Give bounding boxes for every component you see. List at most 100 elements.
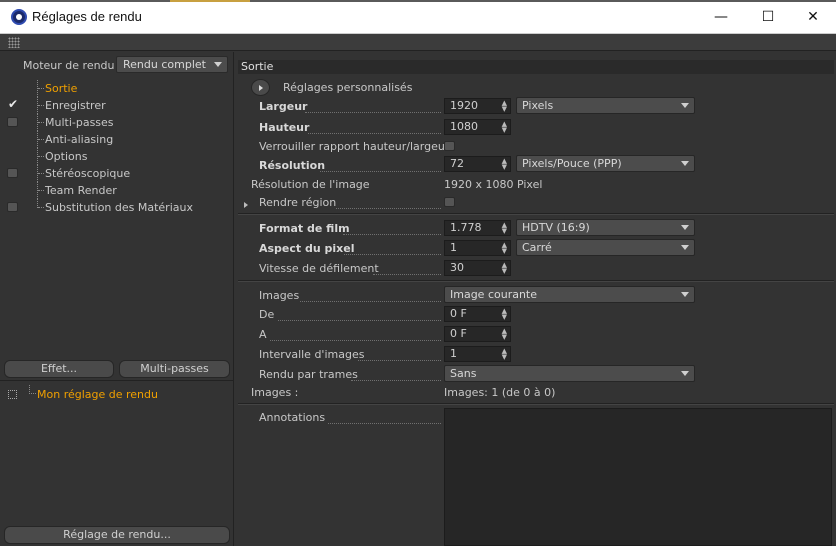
expand-arrow-icon[interactable] xyxy=(244,202,248,208)
chevron-down-icon xyxy=(681,161,689,166)
window-title: Réglages de rendu xyxy=(32,9,142,24)
close-button[interactable]: ✕ xyxy=(790,0,836,34)
tree-item-stereoscopique[interactable]: Stéréoscopique xyxy=(0,165,234,182)
interval-input[interactable]: 1 ▲ ▼ xyxy=(444,346,511,362)
preset-list: Mon réglage de rendu xyxy=(0,380,234,530)
tree-line xyxy=(38,173,44,174)
tree-item-label: Stéréoscopique xyxy=(45,167,131,180)
separator xyxy=(238,403,834,405)
multipass-button[interactable]: Multi-passes xyxy=(119,360,230,378)
images-select[interactable]: Image courante xyxy=(444,286,695,303)
dots-leader xyxy=(308,133,441,134)
dots-leader xyxy=(300,301,441,302)
render-engine-row: Moteur de rendu Rendu complet xyxy=(0,52,234,76)
render-engine-label: Moteur de rendu xyxy=(23,59,115,72)
right-panel: Sortie Réglages personnalisés Largeur 19… xyxy=(236,52,836,546)
dots-leader xyxy=(358,360,441,361)
tree-item-substitution-materiaux[interactable]: Substitution des Matériaux xyxy=(0,199,234,216)
pixel-aspect-input[interactable]: 1 ▲ ▼ xyxy=(444,240,511,256)
spinner-icon[interactable]: ▲ ▼ xyxy=(502,100,507,113)
film-format-input[interactable]: 1.778 ▲ ▼ xyxy=(444,220,511,236)
tree-line xyxy=(38,88,44,89)
width-unit-value: Pixels xyxy=(522,99,554,112)
tree-item-label: Substitution des Matériaux xyxy=(45,201,193,214)
image-resolution-label: Résolution de l'image xyxy=(251,178,370,191)
annotations-textarea[interactable] xyxy=(444,408,832,546)
width-unit-select[interactable]: Pixels xyxy=(516,97,695,114)
tree-item-anti-aliasing[interactable]: Anti-aliasing xyxy=(0,131,234,148)
tree-item-team-render[interactable]: Team Render xyxy=(0,182,234,199)
tree-line xyxy=(38,122,44,123)
dots-leader xyxy=(344,254,441,255)
settings-tree: Sortie ✔ Enregistrer Multi-passes Anti-a… xyxy=(0,80,234,216)
tree-item-multi-passes[interactable]: Multi-passes xyxy=(0,114,234,131)
expand-preset-icon[interactable] xyxy=(8,390,17,399)
images-label: Images xyxy=(259,289,300,302)
pixel-aspect-select[interactable]: Carré xyxy=(516,239,695,256)
lock-ratio-checkbox[interactable] xyxy=(444,141,455,151)
to-input[interactable]: 0 F ▲ ▼ xyxy=(444,326,511,342)
film-format-value: 1.778 xyxy=(450,221,482,234)
framerate-input[interactable]: 30 ▲ ▼ xyxy=(444,260,511,276)
play-icon[interactable] xyxy=(251,79,270,96)
preset-item[interactable]: Mon réglage de rendu xyxy=(37,388,158,401)
minimize-button[interactable]: — xyxy=(698,0,744,34)
tree-item-label: Multi-passes xyxy=(45,116,114,129)
chevron-down-icon xyxy=(681,245,689,250)
width-value: 1920 xyxy=(450,99,478,112)
title-bar: Réglages de rendu — ☐ ✕ xyxy=(0,0,836,34)
spinner-icon[interactable]: ▲ ▼ xyxy=(502,348,507,361)
images-value: Image courante xyxy=(450,288,538,301)
chevron-down-icon xyxy=(681,292,689,297)
to-value: 0 F xyxy=(450,327,467,340)
tree-item-enregistrer[interactable]: ✔ Enregistrer xyxy=(0,97,234,114)
tree-item-sortie[interactable]: Sortie xyxy=(0,80,234,97)
spinner-icon[interactable]: ▲ ▼ xyxy=(502,308,507,321)
spinner-icon[interactable]: ▲ ▼ xyxy=(502,222,507,235)
separator xyxy=(238,280,834,282)
render-region-label: Rendre région xyxy=(259,196,337,209)
film-format-select[interactable]: HDTV (16:9) xyxy=(516,219,695,236)
enable-checkbox[interactable] xyxy=(7,202,18,212)
fields-label: Rendu par trames xyxy=(259,368,358,381)
width-label: Largeur xyxy=(259,100,308,113)
resolution-unit-select[interactable]: Pixels/Pouce (PPP) xyxy=(516,155,695,172)
height-input[interactable]: 1080 ▲ ▼ xyxy=(444,119,511,135)
maximize-button[interactable]: ☐ xyxy=(745,0,791,34)
checkmark-icon[interactable]: ✔ xyxy=(8,97,18,111)
lock-ratio-label: Verrouiller rapport hauteur/largeur xyxy=(259,140,450,153)
images-count-label: Images : xyxy=(251,386,299,399)
spinner-icon[interactable]: ▲ ▼ xyxy=(502,328,507,341)
spinner-icon[interactable]: ▲ ▼ xyxy=(502,158,507,171)
width-input[interactable]: 1920 ▲ ▼ xyxy=(444,98,511,114)
dots-leader xyxy=(270,340,441,341)
render-engine-value: Rendu complet xyxy=(123,58,206,71)
render-region-checkbox[interactable] xyxy=(444,197,455,207)
spinner-icon[interactable]: ▲ ▼ xyxy=(502,121,507,134)
effect-button[interactable]: Effet... xyxy=(4,360,114,378)
from-label: De xyxy=(259,308,275,321)
pixel-aspect-label: Aspect du pixel xyxy=(259,242,355,255)
tree-line xyxy=(38,190,44,191)
enable-checkbox[interactable] xyxy=(7,168,18,178)
fields-select[interactable]: Sans xyxy=(444,365,695,382)
render-setting-button[interactable]: Réglage de rendu... xyxy=(4,526,230,544)
spinner-icon[interactable]: ▲ ▼ xyxy=(502,262,507,275)
chevron-down-icon xyxy=(681,371,689,376)
fields-value: Sans xyxy=(450,367,477,380)
dots-leader xyxy=(336,208,441,209)
dots-leader xyxy=(305,112,441,113)
spinner-icon[interactable]: ▲ ▼ xyxy=(502,242,507,255)
section-title: Sortie xyxy=(238,60,834,74)
tree-item-options[interactable]: Options xyxy=(0,148,234,165)
from-input[interactable]: 0 F ▲ ▼ xyxy=(444,306,511,322)
render-engine-select[interactable]: Rendu complet xyxy=(116,56,228,73)
pixel-aspect-preset: Carré xyxy=(522,241,552,254)
enable-checkbox[interactable] xyxy=(7,117,18,127)
grid-handle-icon[interactable] xyxy=(8,37,20,48)
film-format-label: Format de film xyxy=(259,222,350,235)
dots-leader xyxy=(320,171,441,172)
tree-line xyxy=(38,156,44,157)
resolution-label: Résolution xyxy=(259,159,326,172)
resolution-input[interactable]: 72 ▲ ▼ xyxy=(444,156,511,172)
